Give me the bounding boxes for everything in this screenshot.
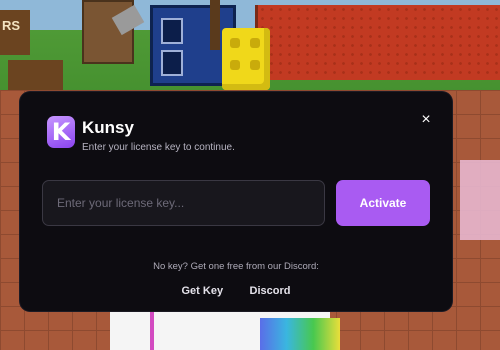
activate-button[interactable]: Activate (336, 180, 430, 226)
wooden-crate (8, 60, 63, 90)
modal-title: Kunsy (82, 118, 134, 137)
license-modal: K Kunsy Enter your license key to contin… (20, 92, 452, 311)
get-key-link[interactable]: Get Key (182, 285, 224, 297)
sign-text: RS (2, 18, 21, 33)
yellow-block (222, 28, 270, 90)
discord-link[interactable]: Discord (250, 285, 291, 297)
wooden-sign: RS (0, 10, 30, 55)
footer-links: Get Key Discord (20, 281, 452, 299)
license-key-input[interactable] (42, 180, 325, 226)
kunsy-logo-icon: K (47, 116, 75, 148)
discord-hint-text: No key? Get one free from our Discord: (153, 261, 319, 272)
close-icon[interactable]: × (418, 112, 434, 128)
board-tile (161, 18, 183, 44)
red-brick-wall (255, 5, 500, 80)
board-tile (161, 50, 183, 76)
tree-trunk (210, 0, 220, 50)
pink-object (460, 160, 500, 240)
modal-subtitle: Enter your license key to continue. (82, 142, 235, 153)
